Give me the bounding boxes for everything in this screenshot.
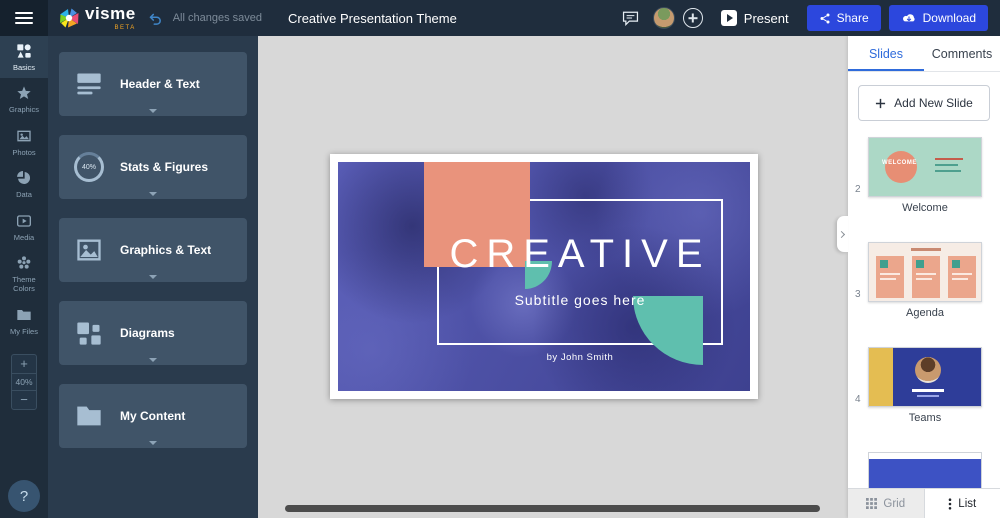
- save-status: All changes saved: [173, 12, 262, 24]
- canvas[interactable]: CREATIVE Subtitle goes here by John Smit…: [258, 36, 848, 518]
- folder-icon: [72, 399, 106, 433]
- user-avatar[interactable]: [653, 7, 675, 29]
- stats-donut-icon: 40%: [72, 150, 106, 184]
- add-new-slide-button[interactable]: Add New Slide: [858, 85, 990, 121]
- header-text-icon: [72, 67, 106, 101]
- data-pie-icon: [16, 170, 32, 186]
- chevron-down-icon[interactable]: [149, 109, 157, 113]
- zoom-level: 40%: [12, 373, 36, 391]
- grid-icon: [866, 498, 877, 509]
- left-icon-rail: Basics Graphics Photos Data: [0, 36, 48, 518]
- beta-badge: BETA: [85, 25, 136, 31]
- chevron-down-icon[interactable]: [149, 441, 157, 445]
- topbar: visme BETA All changes saved Creative Pr…: [0, 0, 1000, 36]
- slide-background[interactable]: CREATIVE Subtitle goes here by John Smit…: [338, 162, 750, 391]
- slide-thumbnail-partial[interactable]: [868, 452, 982, 488]
- sidebar-item-basics[interactable]: Basics: [0, 36, 48, 78]
- visme-editor: visme BETA All changes saved Creative Pr…: [0, 0, 1000, 518]
- sidebar-item-graphics[interactable]: Graphics: [0, 78, 48, 120]
- slide-label: Welcome: [868, 202, 982, 214]
- slide-label: Agenda: [868, 307, 982, 319]
- slide-number: 2: [855, 184, 861, 195]
- tab-comments[interactable]: Comments: [924, 36, 1000, 71]
- slide-number: 3: [855, 289, 861, 300]
- collapse-panel-button[interactable]: [837, 216, 848, 252]
- card-stats-and-figures[interactable]: 40% Stats & Figures: [59, 135, 247, 199]
- panel-tabs: Slides Comments: [848, 36, 1000, 72]
- sidebar-item-my-files[interactable]: My Files: [0, 300, 48, 342]
- chevron-right-icon: [838, 230, 845, 237]
- sidebar-item-theme-colors[interactable]: Theme Colors: [0, 248, 48, 300]
- thumb-circle-shape: [885, 151, 917, 183]
- basics-shapes-icon: [16, 43, 32, 59]
- comments-icon[interactable]: [622, 10, 639, 26]
- download-cloud-icon: [901, 12, 917, 24]
- zoom-out-button[interactable]: −: [12, 391, 36, 409]
- thumb-member-photo: [915, 357, 941, 383]
- list-view-button[interactable]: List: [924, 489, 1000, 518]
- slide-thumbnail-teams[interactable]: 4 Teams: [848, 347, 1000, 424]
- document-title[interactable]: Creative Presentation Theme: [288, 11, 457, 26]
- card-my-content[interactable]: My Content: [59, 384, 247, 448]
- visme-logo[interactable]: visme BETA: [58, 5, 136, 31]
- slide-byline-text[interactable]: by John Smith: [437, 352, 723, 363]
- diagram-squares-icon: [72, 316, 106, 350]
- chevron-down-icon[interactable]: [149, 192, 157, 196]
- media-play-icon: [16, 213, 32, 229]
- menu-button[interactable]: [0, 0, 48, 36]
- zoom-widget: + 40% −: [11, 354, 37, 410]
- chevron-down-icon[interactable]: [149, 275, 157, 279]
- card-diagrams[interactable]: Diagrams: [59, 301, 247, 365]
- tab-slides[interactable]: Slides: [848, 36, 924, 71]
- sidebar-item-data[interactable]: Data: [0, 163, 48, 205]
- slide-subtitle-text[interactable]: Subtitle goes here: [437, 292, 723, 308]
- help-button[interactable]: ?: [8, 480, 40, 512]
- photos-icon: [16, 128, 32, 144]
- sidebar-item-media[interactable]: Media: [0, 206, 48, 248]
- share-icon: [819, 12, 831, 25]
- horizontal-scrollbar[interactable]: [285, 505, 820, 512]
- slide-canvas[interactable]: CREATIVE Subtitle goes here by John Smit…: [330, 154, 758, 399]
- chevron-down-icon[interactable]: [149, 358, 157, 362]
- my-files-folder-icon: [16, 307, 32, 323]
- share-button[interactable]: Share: [807, 5, 881, 31]
- slides-panel: Slides Comments Add New Slide 2 WELCOME: [848, 36, 1000, 518]
- theme-colors-icon: [16, 255, 32, 271]
- list-dots-icon: [948, 498, 952, 510]
- plus-icon: [875, 98, 886, 109]
- slide-title-text[interactable]: CREATIVE: [437, 232, 723, 276]
- logo-wordmark: visme: [85, 4, 136, 23]
- undo-icon[interactable]: [148, 12, 163, 25]
- zoom-in-button[interactable]: +: [12, 355, 36, 373]
- thumbnail-image-teams[interactable]: [868, 347, 982, 407]
- play-icon: [721, 10, 737, 26]
- image-icon: [72, 233, 106, 267]
- card-graphics-and-text[interactable]: Graphics & Text: [59, 218, 247, 282]
- add-collaborator-icon[interactable]: [683, 8, 703, 28]
- slide-label: Teams: [868, 412, 982, 424]
- download-button[interactable]: Download: [889, 5, 988, 31]
- view-toggle: Grid List: [848, 488, 1000, 518]
- thumbnail-image-welcome[interactable]: WELCOME: [868, 137, 982, 197]
- slide-thumbnail-agenda[interactable]: 3 Agenda: [848, 242, 1000, 319]
- sidebar-item-photos[interactable]: Photos: [0, 121, 48, 163]
- graphics-star-icon: [16, 85, 32, 101]
- card-header-and-text[interactable]: Header & Text: [59, 52, 247, 116]
- slide-number: 4: [855, 394, 861, 405]
- slide-thumbnail-welcome[interactable]: 2 WELCOME Welcome: [848, 137, 1000, 214]
- basics-content-panel: Header & Text 40% Stats & Figures Graphi…: [48, 36, 258, 518]
- slide-thumbnail-list: 2 WELCOME Welcome 3: [848, 121, 1000, 488]
- grid-view-button[interactable]: Grid: [848, 489, 924, 518]
- logo-starburst-icon: [58, 7, 80, 29]
- present-button[interactable]: Present: [721, 10, 789, 26]
- thumbnail-image-agenda[interactable]: [868, 242, 982, 302]
